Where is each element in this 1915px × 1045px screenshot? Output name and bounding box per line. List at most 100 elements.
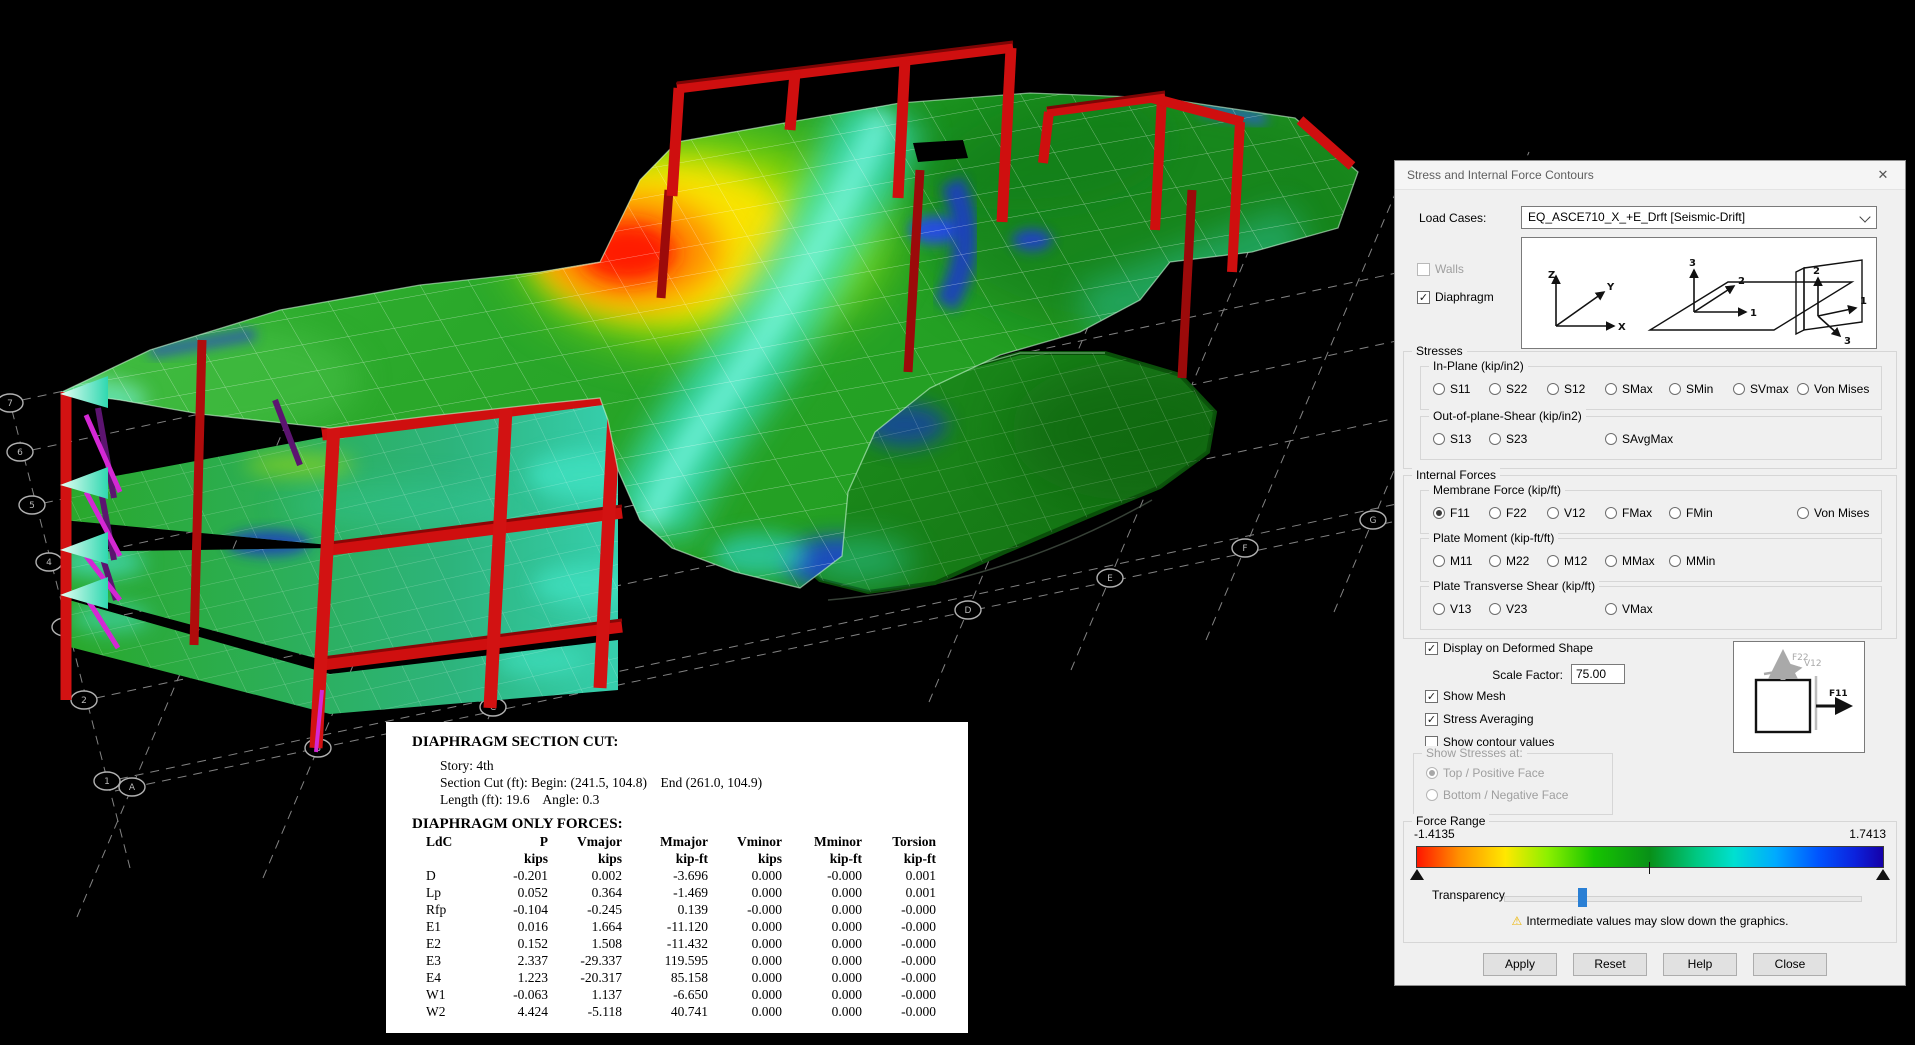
radio-f11[interactable]: F11 [1433, 506, 1470, 520]
radio-m11[interactable]: M11 [1433, 554, 1472, 568]
radio-v13[interactable]: V13 [1433, 602, 1471, 616]
axis-label: 3 [1689, 258, 1696, 269]
v12-label: V12 [1804, 659, 1822, 669]
axis-label: Y [1606, 282, 1615, 293]
grid-label: 6 [17, 448, 23, 458]
radio-savgmax[interactable]: SAvgMax [1605, 432, 1673, 446]
radio-fmin[interactable]: FMin [1669, 506, 1713, 520]
deformed-shape-checkbox[interactable]: ✓Display on Deformed Shape [1425, 641, 1593, 655]
reset-button[interactable]: Reset [1573, 953, 1647, 976]
forces-table-row: E10.0161.664-11.1200.0000.000-0.000 [426, 919, 936, 936]
radio-top-face[interactable]: Top / Positive Face [1426, 766, 1544, 780]
radio-von-mises-stress[interactable]: Von Mises [1797, 382, 1869, 396]
axis-label: X [1618, 322, 1626, 333]
transparency-slider[interactable] [1504, 896, 1862, 902]
show-stresses-at-group: Show Stresses at: Top / Positive Face Bo… [1413, 753, 1613, 815]
transparency-label: Transparency [1432, 888, 1505, 902]
load-cases-value: EQ_ASCE710_X_+E_Drft [Seismic-Drift] [1528, 210, 1745, 224]
close-icon[interactable]: ✕ [1869, 161, 1897, 189]
force-direction-diagram: F22 V12 F11 [1733, 641, 1865, 753]
radio-s13[interactable]: S13 [1433, 432, 1471, 446]
section-cut-title: DIAPHRAGM SECTION CUT: [412, 734, 618, 751]
internal-forces-group: Internal Forces Membrane Force (kip/ft) … [1403, 475, 1897, 639]
radio-v23[interactable]: V23 [1489, 602, 1527, 616]
radio-fmax[interactable]: FMax [1605, 506, 1652, 520]
forces-table: LdCP VmajorMmajor VminorMminor Torsion k… [426, 834, 936, 1021]
grid-label: D [965, 606, 972, 616]
radio-von-mises-force[interactable]: Von Mises [1797, 506, 1869, 520]
help-button[interactable]: Help [1663, 953, 1737, 976]
forces-title: DIAPHRAGM ONLY FORCES: [412, 816, 623, 833]
in-plane-group: In-Plane (kip/in2) S11 S22 S12 SMax SMin… [1420, 366, 1882, 410]
stresses-group: Stresses In-Plane (kip/in2) S11 S22 S12 … [1403, 351, 1897, 469]
range-marker-right[interactable] [1876, 869, 1890, 880]
radio-svmax[interactable]: SVmax [1733, 382, 1789, 396]
forces-table-row: W24.424-5.11840.7410.0000.000-0.000 [426, 1004, 936, 1021]
grid-label: G [1370, 516, 1377, 526]
axis-label: 2 [1738, 276, 1745, 287]
radio-m22[interactable]: M22 [1489, 554, 1529, 568]
walls-checkbox[interactable]: Walls [1417, 262, 1464, 276]
stress-averaging-checkbox[interactable]: ✓Stress Averaging [1425, 712, 1534, 726]
radio-mmax[interactable]: MMax [1605, 554, 1655, 568]
radio-bottom-face[interactable]: Bottom / Negative Face [1426, 788, 1568, 802]
force-range-min: -1.4135 [1414, 827, 1455, 841]
stress-contours-dialog: Stress and Internal Force Contours ✕ Loa… [1394, 160, 1906, 986]
range-marker-left[interactable] [1410, 869, 1424, 880]
grid-label: 2 [81, 696, 87, 706]
radio-vmax[interactable]: VMax [1605, 602, 1653, 616]
radio-m12[interactable]: M12 [1547, 554, 1587, 568]
radio-s11[interactable]: S11 [1433, 382, 1470, 396]
dialog-titlebar[interactable]: Stress and Internal Force Contours ✕ [1395, 161, 1905, 190]
grid-label: 1 [104, 777, 110, 787]
chevron-down-icon [1859, 211, 1870, 222]
plate-moment-group: Plate Moment (kip-ft/ft) M11 M22 M12 MMa… [1420, 538, 1882, 582]
plate-shear-group: Plate Transverse Shear (kip/ft) V13 V23 … [1420, 586, 1882, 630]
axes-diagram-box: Z Y X 3 2 1 2 1 3 [1521, 237, 1877, 349]
grid-label: A [129, 783, 136, 793]
axis-label: Z [1548, 270, 1555, 281]
transparency-handle[interactable] [1578, 888, 1587, 907]
scale-factor-input[interactable]: 75.00 [1571, 664, 1625, 684]
load-cases-dropdown[interactable]: EQ_ASCE710_X_+E_Drft [Seismic-Drift] [1521, 206, 1877, 229]
force-range-max: 1.7413 [1849, 827, 1886, 841]
grid-label: 7 [7, 399, 13, 409]
radio-smax[interactable]: SMax [1605, 382, 1653, 396]
forces-units-row: kips kipskip-ft kipskip-ft kip-ft [426, 851, 936, 868]
scale-factor-label: Scale Factor: [1435, 668, 1563, 682]
forces-table-row: E20.1521.508-11.4320.0000.000-0.000 [426, 936, 936, 953]
range-mid-tick [1649, 862, 1650, 874]
radio-s23[interactable]: S23 [1489, 432, 1527, 446]
grid-label: E [1107, 574, 1113, 584]
forces-table-row: E41.223-20.31785.1580.0000.000-0.000 [426, 970, 936, 987]
contour-color-scale [1416, 846, 1884, 868]
length-angle-line: Length (ft): 19.6 Angle: 0.3 [440, 792, 599, 808]
story-line: Story: 4th [440, 758, 494, 774]
load-cases-label: Load Cases: [1419, 211, 1486, 225]
axis-label: 1 [1860, 296, 1867, 307]
radio-mmin[interactable]: MMin [1669, 554, 1715, 568]
forces-table-row: Lp0.0520.364-1.4690.0000.0000.001 [426, 885, 936, 902]
dialog-title: Stress and Internal Force Contours [1407, 161, 1594, 189]
cut-line: Section Cut (ft): Begin: (241.5, 104.8) … [440, 775, 762, 791]
close-button[interactable]: Close [1753, 953, 1827, 976]
radio-smin[interactable]: SMin [1669, 382, 1713, 396]
warning-line: ⚠Intermediate values may slow down the g… [1404, 914, 1896, 928]
show-mesh-checkbox[interactable]: ✓Show Mesh [1425, 689, 1506, 703]
grid-label: 5 [29, 501, 35, 511]
grid-label: 4 [46, 558, 52, 568]
forces-table-row: Rfp-0.104-0.2450.139-0.0000.000-0.000 [426, 902, 936, 919]
section-cut-results-panel: DIAPHRAGM SECTION CUT: Story: 4th Sectio… [386, 722, 968, 1033]
app-window: 7 6 5 4 3 2 1 A B C D E F G [0, 0, 1915, 1045]
forces-table-row: D-0.2010.002-3.6960.000-0.0000.001 [426, 868, 936, 885]
apply-button[interactable]: Apply [1483, 953, 1557, 976]
radio-s12[interactable]: S12 [1547, 382, 1585, 396]
radio-v12[interactable]: V12 [1547, 506, 1585, 520]
f11-label: F11 [1829, 689, 1848, 699]
radio-f22[interactable]: F22 [1489, 506, 1527, 520]
grid-label: F [1242, 544, 1247, 554]
out-of-plane-group: Out-of-plane-Shear (kip/in2) S13 S23 SAv… [1420, 416, 1882, 460]
diaphragm-checkbox[interactable]: ✓Diaphragm [1417, 290, 1494, 304]
warning-icon: ⚠ [1512, 914, 1523, 928]
radio-s22[interactable]: S22 [1489, 382, 1527, 396]
